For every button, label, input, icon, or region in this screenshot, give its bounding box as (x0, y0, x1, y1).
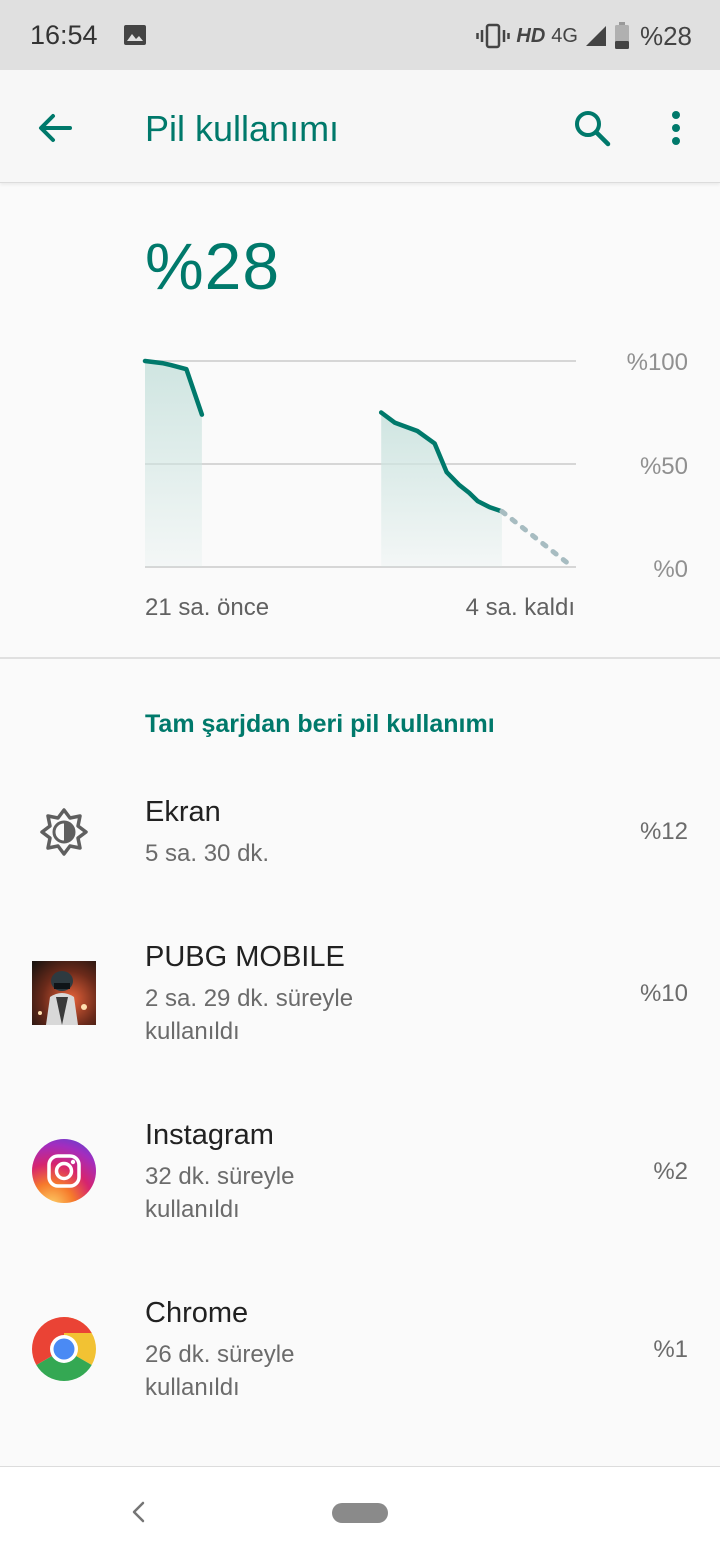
usage-name: PUBG MOBILE (145, 941, 345, 973)
usage-sub: 32 dk. süreyle kullanıldı (145, 1163, 295, 1223)
divider (0, 657, 720, 659)
brightness-icon (40, 808, 88, 856)
usage-row-screen[interactable]: Ekran 5 sa. 30 dk. %12 (0, 780, 720, 900)
usage-percent: %2 (653, 1158, 688, 1185)
usage-name: Ekran (145, 796, 221, 828)
y-tick-label: %50 (639, 453, 688, 480)
usage-name: Chrome (145, 1297, 249, 1329)
status-time: 16:54 (30, 20, 98, 50)
network-type: 4G (551, 24, 578, 47)
battery-icon (614, 22, 629, 49)
signal-icon (585, 26, 606, 46)
chrome-app-icon (32, 1317, 96, 1381)
image-notification-icon (124, 25, 146, 45)
usage-sub: 5 sa. 30 dk. (145, 840, 270, 867)
x-start-label: 21 sa. önce (145, 594, 270, 621)
y-tick-label: %100 (626, 349, 688, 376)
chart-projection-line (499, 508, 576, 570)
usage-row-instagram[interactable]: Instagram 32 dk. süreyle kullanıldı %2 (0, 1103, 720, 1253)
usage-name: Instagram (145, 1119, 274, 1151)
search-icon[interactable] (570, 106, 614, 150)
instagram-app-icon (32, 1139, 96, 1203)
section-title: Tam şarjdan beri pil kullanımı (145, 710, 495, 738)
battery-chart (142, 358, 576, 570)
status-bar: 16:54 HD 4G %28 (0, 0, 720, 70)
usage-row-chrome[interactable]: Chrome 26 dk. süreyle kullanıldı %1 (0, 1281, 720, 1431)
nav-home-pill[interactable] (332, 1503, 388, 1523)
usage-percent: %12 (639, 818, 688, 845)
status-icons: HD 4G %28 (476, 20, 692, 52)
more-options-icon[interactable] (660, 106, 692, 150)
usage-percent: %10 (639, 980, 688, 1007)
page-title: Pil kullanımı (145, 108, 340, 149)
nav-back-icon[interactable] (126, 1497, 150, 1527)
app-bar: Pil kullanımı (0, 70, 720, 183)
usage-sub: 26 dk. süreyle kullanıldı (145, 1341, 295, 1401)
status-battery-percent: %28 (639, 20, 692, 51)
usage-percent: %1 (653, 1336, 688, 1363)
back-arrow-icon[interactable] (34, 108, 74, 148)
navigation-bar (0, 1466, 720, 1560)
hd-indicator: HD (516, 24, 546, 47)
x-end-label: 4 sa. kaldı (465, 594, 575, 621)
battery-percent-large: %28 (145, 229, 281, 303)
y-tick-label: %0 (653, 556, 688, 583)
pubg-app-icon (32, 961, 96, 1025)
vibrate-icon (476, 23, 511, 49)
usage-sub: 2 sa. 29 dk. süreyle kullanıldı (145, 985, 354, 1045)
usage-row-pubg[interactable]: PUBG MOBILE 2 sa. 29 dk. süreyle kullanı… (0, 925, 720, 1075)
chart-area-segment (381, 412, 502, 567)
